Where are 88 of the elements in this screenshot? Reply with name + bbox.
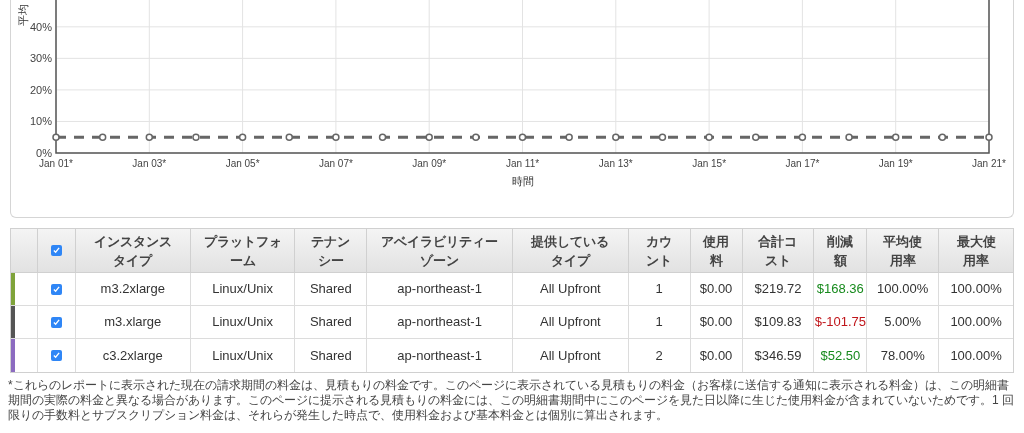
column-header: プラットフォーム xyxy=(202,232,283,270)
data-point xyxy=(378,133,387,141)
x-tick-label: Jan 19* xyxy=(878,158,913,169)
column-header: 最大使用率 xyxy=(955,232,997,270)
data-point xyxy=(52,133,60,141)
data-point xyxy=(845,133,853,141)
x-tick-label: Jan 05* xyxy=(225,158,260,169)
data-point xyxy=(285,133,293,141)
table-cell-text: $0.00 xyxy=(699,313,733,332)
column-header: アベイラビリティーゾーン xyxy=(380,232,500,270)
table-cell-text: 100.00% xyxy=(950,280,1002,299)
table-cell-text: $52.50 xyxy=(820,346,861,365)
column-header: 使用料 xyxy=(702,232,731,270)
table-cell-text: $-101.75 xyxy=(814,313,866,332)
table-cell-text: Linux/Unix xyxy=(212,280,273,299)
table-cell-text: 1 xyxy=(655,313,663,332)
table-cell-text: c3.2xlarge xyxy=(102,346,163,365)
table-cell-text: All Upfront xyxy=(540,313,601,332)
table-cell-text: 78.00% xyxy=(880,346,925,365)
data-point xyxy=(798,133,807,141)
table-cell-text: 5.00% xyxy=(884,313,922,332)
table-cell-text: Shared xyxy=(309,346,352,365)
table-cell-text: $346.59 xyxy=(754,346,802,365)
x-tick-label: Jan 21* xyxy=(972,158,1006,169)
table-cell-text: $219.72 xyxy=(754,280,802,299)
data-point xyxy=(752,133,760,141)
x-tick-label: Jan 07* xyxy=(318,158,353,169)
x-tick-label: Jan 17* xyxy=(785,158,820,169)
x-tick-label: Jan 15* xyxy=(692,158,727,169)
x-axis-title: 時間 xyxy=(511,175,534,187)
y-tick-label: 10% xyxy=(29,115,52,128)
table-cell-text: 2 xyxy=(655,346,663,365)
table-cell-text: $168.36 xyxy=(816,280,864,299)
data-point xyxy=(238,133,247,141)
column-header: 合計コスト xyxy=(757,232,799,270)
table-cell-text: $0.00 xyxy=(699,346,733,365)
table-cell-text: Linux/Unix xyxy=(212,313,273,332)
data-point xyxy=(612,133,620,141)
data-point xyxy=(985,133,993,141)
table-cell-text: Shared xyxy=(309,280,352,299)
x-tick-label: Jan 13* xyxy=(598,158,633,169)
table-cell-text: ap-northeast-1 xyxy=(397,346,482,365)
table-cell-text: 1 xyxy=(655,280,663,299)
table-cell-text: ap-northeast-1 xyxy=(397,313,482,332)
table-cell-text: $0.00 xyxy=(699,280,733,299)
data-point xyxy=(565,133,573,141)
y-tick-label: 40% xyxy=(29,20,52,33)
data-point xyxy=(891,133,900,141)
column-header: 平均使用率 xyxy=(882,232,924,270)
y-tick-label: 20% xyxy=(29,83,52,96)
checkbox[interactable] xyxy=(50,245,62,256)
y-axis-title: 平均 xyxy=(17,4,29,26)
y-tick-label: 0% xyxy=(36,147,52,159)
table-cell-text: m3.2xlarge xyxy=(100,280,165,299)
table-cell-text: 100.00% xyxy=(950,346,1002,365)
data-point xyxy=(658,133,667,141)
column-header: テナンシー xyxy=(310,232,352,270)
x-tick-label: Jan 01* xyxy=(39,158,73,169)
table-cell-text: 100.00% xyxy=(950,313,1002,332)
data-point xyxy=(518,133,527,141)
column-header: 削減額 xyxy=(826,232,855,270)
data-point xyxy=(472,133,480,141)
checkbox[interactable] xyxy=(50,283,62,295)
y-tick-label: 30% xyxy=(29,52,52,65)
data-point xyxy=(938,133,947,141)
checkbox[interactable] xyxy=(50,316,62,328)
data-point xyxy=(332,133,340,141)
x-tick-label: Jan 09* xyxy=(412,158,447,169)
table-cell-text: $109.83 xyxy=(754,313,802,332)
table-cell-text: ap-northeast-1 xyxy=(397,280,482,299)
table-cell-text: All Upfront xyxy=(540,346,601,365)
data-point xyxy=(98,133,107,141)
column-header: 提供しているタイプ xyxy=(530,232,611,270)
table-cell-text: 100.00% xyxy=(877,280,929,299)
table-cell-text: Linux/Unix xyxy=(212,346,273,365)
x-tick-label: Jan 11* xyxy=(505,158,540,169)
table-cell-text: m3.xlarge xyxy=(104,313,162,332)
data-point xyxy=(705,133,713,141)
data-point xyxy=(192,133,200,141)
x-tick-label: Jan 03* xyxy=(132,158,167,169)
table-cell-text: All Upfront xyxy=(540,280,601,299)
table-cell-text: Shared xyxy=(309,313,352,332)
data-point xyxy=(425,133,433,141)
data-point xyxy=(145,133,154,141)
checkbox[interactable] xyxy=(50,350,62,361)
footnote: *これらのレポートに表示された現在の請求期間の料金は、見積もりの料金です。このページに表示されている見積もりの料金（お客様に送信する通知に表示される料金）は、この明細書期間の実際の料金と異なる場合があります。このページに提示される見積もりの料金には、この明細書期間中にこのページを見た日以降に生じた使用料金が含まれていないためです。1 回限りの手数料とサブスクリプション料金は、それらが発生した時点で、使用料金および基本料金とは個別に算出されます。 xyxy=(8,378,1015,423)
column-header: カウント xyxy=(645,232,674,270)
column-header: インスタンスタイプ xyxy=(92,232,173,270)
